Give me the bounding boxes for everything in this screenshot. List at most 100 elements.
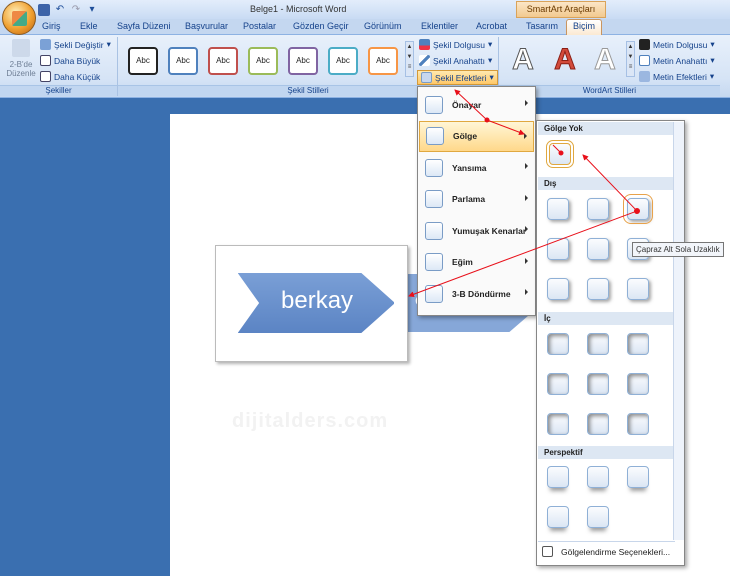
- text-outline-button[interactable]: Metin Anahattı ▾: [639, 55, 715, 66]
- inner-shadow-option-3[interactable]: [627, 333, 649, 355]
- shape-style-7[interactable]: Abc: [368, 47, 398, 75]
- effects-menu-item-3[interactable]: Yansıma: [419, 152, 534, 183]
- inner-shadow-option-8[interactable]: [587, 413, 609, 435]
- effects-menu-item-6[interactable]: Eğim: [419, 247, 534, 278]
- shape-outline-button[interactable]: Şekil Anahattı ▾: [419, 55, 492, 66]
- submenu-arrow-icon: [525, 289, 528, 295]
- smaller-icon: [40, 71, 51, 82]
- wordart-style-3[interactable]: A: [588, 43, 622, 77]
- effects-menu-item-1[interactable]: Önayar: [419, 89, 534, 120]
- effects-menu-label: Gölge: [453, 131, 478, 141]
- perspective-shadow-option-4[interactable]: [547, 506, 569, 528]
- tab-eklentiler[interactable]: Eklentiler: [421, 21, 458, 31]
- shape-style-4[interactable]: Abc: [248, 47, 278, 75]
- inner-shadow-option-7[interactable]: [547, 413, 569, 435]
- wordart-style-2[interactable]: A: [548, 43, 582, 77]
- shape-style-2[interactable]: Abc: [168, 47, 198, 75]
- larger-icon: [40, 55, 51, 66]
- tab-giris[interactable]: Giriş: [42, 21, 61, 31]
- outer-shadow-option-7[interactable]: [547, 278, 569, 300]
- text-outline-icon: [639, 55, 650, 66]
- group-label-shapes: Şekiller: [0, 85, 117, 96]
- outer-shadow-option-2[interactable]: [587, 198, 609, 220]
- effects-menu-item-4[interactable]: Parlama: [419, 184, 534, 215]
- outer-shadow-option-1[interactable]: [547, 198, 569, 220]
- outer-shadow-option-9[interactable]: [627, 278, 649, 300]
- tab-ekle[interactable]: Ekle: [80, 21, 98, 31]
- shadow-options-item[interactable]: Gölgelendirme Seçenekleri...: [538, 541, 675, 561]
- edit-in-2d-button[interactable]: 2-B'de Düzenle: [5, 39, 37, 83]
- outer-shadow-option-5[interactable]: [587, 238, 609, 260]
- tab-bicim[interactable]: Biçim: [566, 19, 602, 35]
- wordart-gallery-scroll[interactable]: ▲ ▼ ≡: [626, 41, 635, 77]
- effect-4-icon: [425, 190, 443, 208]
- inner-shadow-option-4[interactable]: [547, 373, 569, 395]
- save-icon[interactable]: [38, 4, 50, 16]
- shape-effects-button[interactable]: Şekil Efektleri ▾: [417, 70, 498, 85]
- effect-2-icon: [426, 127, 444, 145]
- edit-2d-icon: [12, 39, 30, 57]
- outer-shadow-option-8[interactable]: [587, 278, 609, 300]
- shape-effects-menu: Önayar Gölge Yansıma Parlama Yumuşak Kenarla…: [417, 86, 536, 316]
- style-gallery-scroll[interactable]: ▲ ▼ ≡: [405, 41, 414, 77]
- tab-tasarim[interactable]: Tasarım: [526, 21, 558, 31]
- tab-acrobat[interactable]: Acrobat: [476, 21, 507, 31]
- perspective-shadow-option-3[interactable]: [627, 466, 649, 488]
- perspective-shadow-option-5[interactable]: [587, 506, 609, 528]
- change-shape-icon: [40, 39, 51, 50]
- perspective-shadow-option-2[interactable]: [587, 466, 609, 488]
- tab-gorunum[interactable]: Görünüm: [364, 21, 402, 31]
- customize-qat-icon[interactable]: ▾: [86, 4, 98, 16]
- submenu-arrow-icon: [525, 100, 528, 106]
- shape-style-1[interactable]: Abc: [128, 47, 158, 75]
- context-tab-header: SmartArt Araçları: [516, 1, 606, 18]
- change-shape-button[interactable]: Şekli Değiştir ▾: [40, 39, 111, 50]
- shape-fill-button[interactable]: Şekil Dolgusu ▾: [419, 39, 492, 50]
- tab-sayfa-duzeni[interactable]: Sayfa Düzeni: [117, 21, 171, 31]
- title-bar: [0, 0, 730, 20]
- shadow-menu-scrollbar[interactable]: [673, 122, 684, 540]
- tab-postalar[interactable]: Postalar: [243, 21, 276, 31]
- effect-3-icon: [425, 158, 443, 177]
- text-fill-button[interactable]: Metin Dolgusu ▾: [639, 39, 715, 50]
- perspective-shadow-option-1[interactable]: [547, 466, 569, 488]
- shape-style-5[interactable]: Abc: [288, 47, 318, 75]
- section-perspective: Perspektif: [538, 446, 675, 459]
- smaller-button[interactable]: Daha Küçük: [40, 71, 100, 82]
- tab-basvurular[interactable]: Başvurular: [185, 21, 228, 31]
- submenu-arrow-icon: [524, 132, 527, 139]
- tab-gozden-gecir[interactable]: Gözden Geçir: [293, 21, 349, 31]
- wordart-style-1[interactable]: A: [506, 43, 540, 77]
- paint-bucket-icon: [419, 39, 430, 50]
- effects-menu-label: Yumuşak Kenarlar: [452, 225, 527, 236]
- watermark-text: dijitalders.com: [232, 410, 389, 432]
- office-button[interactable]: [2, 1, 36, 35]
- pencil-icon: [419, 55, 430, 66]
- inner-shadow-option-1[interactable]: [547, 333, 569, 355]
- outer-shadow-option-4[interactable]: [547, 238, 569, 260]
- ribbon: 2-B'de Düzenle Şekli Değiştir ▾ Daha Büyü…: [0, 35, 730, 98]
- inner-shadow-option-5[interactable]: [587, 373, 609, 395]
- text-effects-button[interactable]: Metin Efektleri ▾: [639, 71, 714, 82]
- no-shadow-option[interactable]: [546, 140, 574, 168]
- undo-icon[interactable]: ↶: [54, 4, 66, 16]
- inner-shadow-option-2[interactable]: [587, 333, 609, 355]
- redo-icon[interactable]: ↷: [70, 4, 82, 16]
- section-outer: Dış: [538, 177, 675, 190]
- effects-menu-item-5[interactable]: Yumuşak Kenarlar: [419, 215, 534, 246]
- larger-button[interactable]: Daha Büyük: [40, 55, 100, 66]
- effect-7-icon: [425, 284, 443, 303]
- shape-style-3[interactable]: Abc: [208, 47, 238, 75]
- effects-menu-item-7[interactable]: 3-B Döndürme: [419, 278, 534, 309]
- submenu-arrow-icon: [525, 163, 528, 169]
- inner-shadow-option-6[interactable]: [627, 373, 649, 395]
- office-logo-icon: [12, 11, 27, 26]
- shape-style-6[interactable]: Abc: [328, 47, 358, 75]
- inner-shadow-option-9[interactable]: [627, 413, 649, 435]
- shadow-options-label: Gölgelendirme Seçenekleri...: [561, 546, 671, 557]
- effects-menu-item-2[interactable]: Gölge: [419, 120, 534, 152]
- quick-access-toolbar: ↶ ↷ ▾: [38, 3, 98, 17]
- outer-shadow-option-3[interactable]: [623, 194, 653, 224]
- effects-icon: [421, 72, 432, 83]
- smartart-text: berkay: [281, 287, 354, 314]
